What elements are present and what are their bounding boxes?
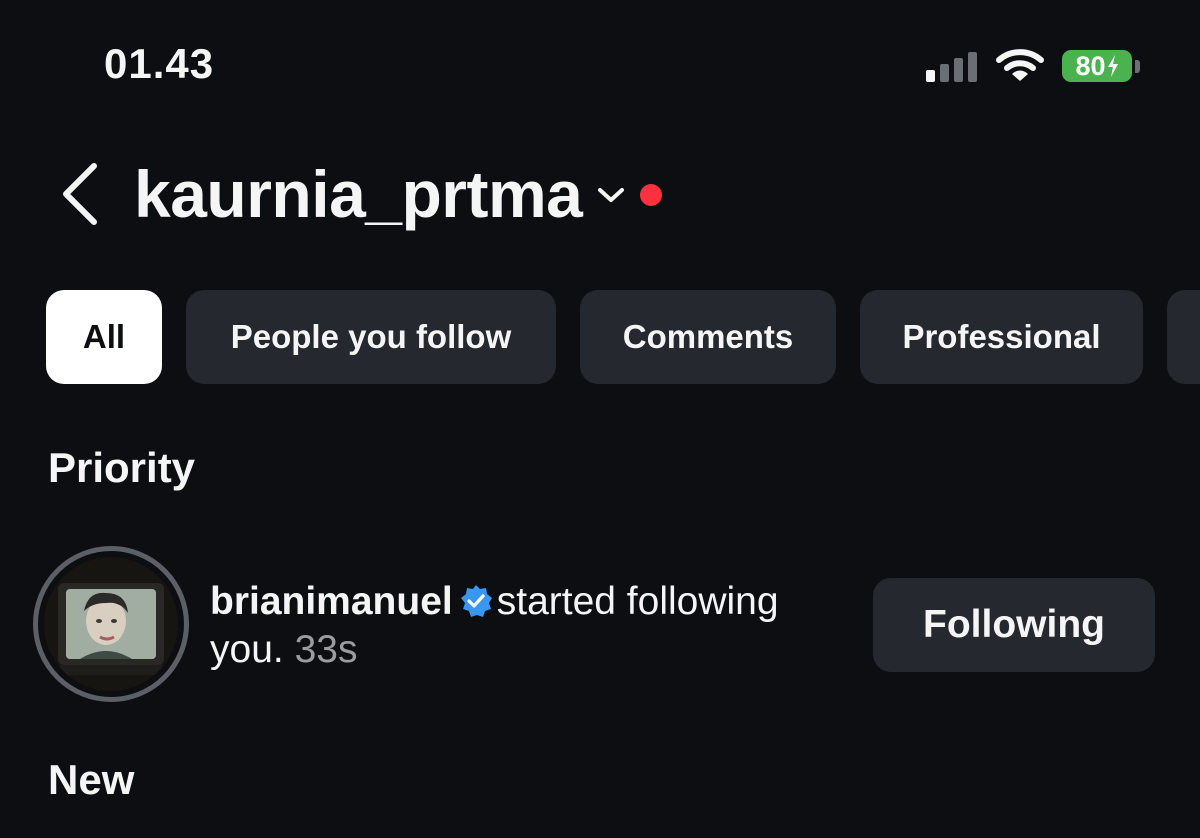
filter-all[interactable]: All [46, 290, 162, 384]
following-button[interactable]: Following [873, 578, 1155, 672]
cellular-signal-icon [926, 52, 980, 82]
charging-bolt-icon [1107, 55, 1118, 77]
filter-people-you-follow[interactable]: People you follow [186, 290, 556, 384]
chevron-down-icon [598, 188, 625, 202]
avatar[interactable] [33, 546, 189, 702]
wifi-icon [996, 49, 1044, 81]
battery-level: 80 [1075, 50, 1106, 81]
filter-comments[interactable]: Comments [580, 290, 836, 384]
battery-icon: 80 [1062, 50, 1132, 82]
notification-time: 33s [294, 628, 358, 671]
section-priority: Priority [48, 444, 196, 491]
account-switcher[interactable]: kaurnia_prtma [134, 154, 663, 234]
header-username: kaurnia_prtma [134, 157, 583, 231]
filter-more[interactable] [1167, 290, 1200, 384]
notification-text: brianimanuel started following you. 33s [210, 578, 850, 674]
avatar-photo [44, 557, 178, 691]
section-new: New [48, 756, 135, 803]
avatar-image [44, 557, 178, 691]
verified-badge-icon [460, 585, 492, 617]
status-time: 01.43 [104, 40, 215, 87]
filter-professional[interactable]: Professional [860, 290, 1143, 384]
notification-username[interactable]: brianimanuel [210, 580, 453, 623]
unread-dot [640, 184, 663, 206]
back-icon[interactable] [58, 162, 102, 226]
battery-tip [1135, 60, 1140, 73]
